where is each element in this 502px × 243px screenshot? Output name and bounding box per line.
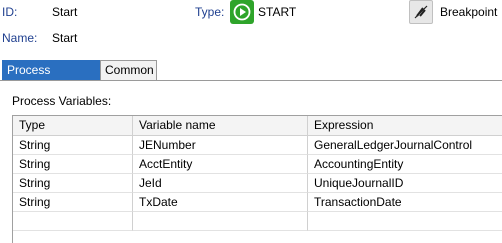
cell-expression[interactable]: AccountingEntity: [308, 155, 502, 174]
breakpoint-label[interactable]: Breakpoint: [440, 5, 497, 19]
cell-type[interactable]: String: [13, 136, 133, 155]
table-row[interactable]: String TxDate TransactionDate: [13, 193, 502, 212]
cell-type[interactable]: String: [13, 193, 133, 212]
cell-expression[interactable]: TransactionDate: [308, 193, 502, 212]
cell-variable-name[interactable]: AcctEntity: [133, 155, 308, 174]
column-header-variable-name[interactable]: Variable name: [133, 116, 308, 136]
cell-expression[interactable]: GeneralLedgerJournalControl: [308, 136, 502, 155]
type-value: START: [258, 5, 297, 19]
table-row-empty[interactable]: [13, 212, 502, 231]
breakpoint-button[interactable]: [409, 0, 433, 24]
table-row[interactable]: String AcctEntity AccountingEntity: [13, 155, 502, 174]
table-row[interactable]: String JeId UniqueJournalID: [13, 174, 502, 193]
cell-variable-name[interactable]: JENumber: [133, 136, 308, 155]
cell-expression[interactable]: UniqueJournalID: [308, 174, 502, 193]
process-variables-table[interactable]: Type Variable name Expression String JEN…: [12, 115, 502, 243]
id-value: Start: [52, 5, 78, 19]
cell-variable-name[interactable]: TxDate: [133, 193, 308, 212]
column-header-type[interactable]: Type: [13, 116, 133, 136]
type-label: Type:: [195, 5, 225, 19]
section-label: Process Variables:: [12, 94, 112, 108]
tab-common[interactable]: Common: [100, 60, 157, 80]
name-value: Start: [52, 31, 78, 45]
column-header-expression[interactable]: Expression: [308, 116, 502, 136]
id-label: ID:: [2, 5, 18, 19]
cell-type[interactable]: String: [13, 174, 133, 193]
name-label: Name:: [2, 31, 38, 45]
table-row[interactable]: String JENumber GeneralLedgerJournalCont…: [13, 136, 502, 155]
tab-process-variables[interactable]: Process Variables: [2, 60, 100, 95]
cell-variable-name[interactable]: JeId: [133, 174, 308, 193]
cell-type[interactable]: String: [13, 155, 133, 174]
play-icon: [230, 0, 254, 24]
breakpoint-icon: [414, 5, 428, 19]
